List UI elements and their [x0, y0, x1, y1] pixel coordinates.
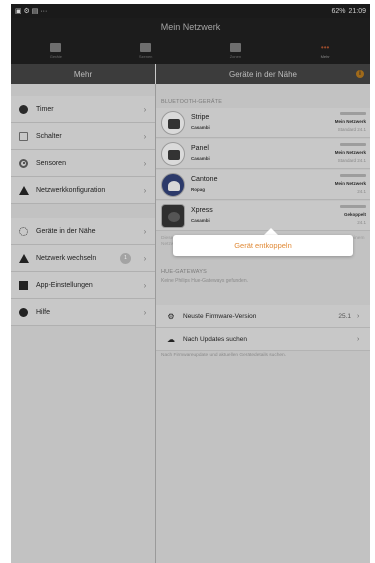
device-row[interactable]: Stripe Casambi Mein Netzwerk Standard 24… [156, 108, 370, 138]
device-name: Xpress [191, 207, 213, 214]
sidebar-item-timer[interactable]: Timer › [11, 96, 155, 123]
device-avatar [161, 142, 185, 166]
switch-icon [19, 131, 28, 141]
device-firmware: 24.1 [357, 189, 366, 194]
sidebar-item-app-settings[interactable]: App-Einstellungen › [11, 272, 155, 299]
network-icon [18, 253, 29, 263]
updates-note: Nach Firmwareupdate und aktuellen Geräte… [161, 353, 287, 358]
device-maker: Ropag [191, 187, 205, 192]
device-maker: Casambi [191, 156, 210, 161]
signal-bar [340, 112, 366, 115]
network-count-badge: 1 [120, 252, 131, 264]
cloud-icon: ☁ [167, 334, 175, 344]
device-firmware: Standard 24.1 [337, 158, 366, 163]
device-name: Cantone [191, 176, 218, 183]
sidebar-header: Mehr [11, 64, 155, 84]
unpair-device-button[interactable]: Gerät entkoppeln [173, 235, 353, 256]
sidebar-item-sensors[interactable]: Sensoren › [11, 150, 155, 177]
check-updates-row[interactable]: ☁ Nach Updates suchen › [156, 328, 370, 351]
device-row[interactable]: Panel Casambi Mein Netzwerk Standard 24.… [156, 139, 370, 169]
sensor-icon [19, 158, 28, 168]
tab-scenes[interactable]: Szenen [101, 39, 191, 63]
battery-level: 62% [331, 7, 346, 15]
device-row[interactable]: Xpress Casambi Gekoppelt 24.1 [156, 201, 370, 231]
lamp-icon [168, 212, 180, 222]
chevron-right-icon: › [143, 104, 147, 114]
scenes-icon [140, 43, 152, 52]
device-name: Panel [191, 145, 209, 152]
chevron-right-icon: › [357, 312, 360, 320]
device-firmware: Standard 24.1 [337, 127, 366, 132]
tablet-screen: ▣ ⚙ ▤ ··· 62% 21:09 Mein Netzwerk Geräte… [11, 4, 370, 563]
bluetooth-section-label: BLUETOOTH-GERÄTE [161, 99, 223, 105]
lamp-icon [168, 150, 180, 160]
settings-icon [19, 280, 28, 290]
sidebar-item-nearby-devices[interactable]: Geräte in der Nähe › [11, 218, 155, 245]
tab-zones[interactable]: Zonen [191, 39, 281, 63]
device-row[interactable]: Cantone Ropag Mein Netzwerk 24.1 [156, 170, 370, 200]
chevron-right-icon: › [143, 307, 147, 317]
chevron-right-icon: › [143, 185, 147, 195]
hue-empty-note: Keine Philips Hue-Gateways gefunden. [161, 278, 248, 284]
sidebar-item-network-config[interactable]: Netzwerkkonfiguration › [11, 177, 155, 204]
tab-more[interactable]: ••• Mehr [280, 39, 370, 63]
chevron-right-icon: › [143, 253, 147, 263]
gear-icon: ⚙ [167, 311, 175, 321]
detail-panel: BLUETOOTH-GERÄTE Stripe Casambi Mein Net… [156, 84, 370, 563]
popover-arrow [264, 228, 278, 235]
lamp-icon [50, 43, 62, 52]
hue-section-label: HUE-GATEWAYS [161, 269, 207, 275]
chevron-right-icon: › [143, 158, 147, 168]
device-avatar [161, 111, 185, 135]
signal-bar [340, 143, 366, 146]
chevron-right-icon: › [143, 226, 147, 236]
sidebar-item-switches[interactable]: Schalter › [11, 123, 155, 150]
sidebar: Timer › Schalter › Sensoren › Netzwerkko… [11, 84, 155, 563]
status-bar: ▣ ⚙ ▤ ··· 62% 21:09 [11, 4, 370, 18]
chevron-right-icon: › [143, 131, 147, 141]
device-network: Mein Netzwerk [334, 119, 366, 124]
clock-icon [19, 104, 28, 114]
app-title: Mein Netzwerk [160, 22, 221, 32]
sidebar-item-help[interactable]: Hilfe › [11, 299, 155, 326]
lamp-icon [168, 119, 180, 129]
chevron-right-icon: › [143, 280, 147, 290]
sidebar-item-switch-network[interactable]: Netzwerk wechseln 1 › [11, 245, 155, 272]
zones-icon [229, 43, 241, 52]
detail-title: Geräte in der Nähe [228, 69, 298, 79]
signal-bar [340, 174, 366, 177]
lamp-icon [168, 181, 180, 191]
notification-icons: ▣ ⚙ ▤ ··· [15, 8, 48, 15]
device-maker: Casambi [191, 125, 210, 130]
firmware-version-value: 25.1 [338, 312, 351, 320]
firmware-version-row[interactable]: ⚙ Neuste Firmware-Version 25.1 › [156, 305, 370, 328]
detail-header: Geräte in der Nähe i [156, 64, 370, 84]
tab-devices[interactable]: Geräte [11, 39, 101, 63]
chevron-right-icon: › [357, 335, 360, 343]
nearby-icon [19, 226, 28, 236]
device-avatar [161, 173, 185, 197]
device-network: Gekoppelt [343, 212, 366, 217]
clock-time: 21:09 [348, 7, 366, 15]
device-firmware: 24.1 [357, 220, 366, 225]
device-network: Mein Netzwerk [334, 150, 366, 155]
device-avatar [161, 204, 185, 228]
device-name: Stripe [191, 114, 210, 121]
network-icon [18, 185, 29, 195]
info-icon[interactable]: i [356, 70, 364, 78]
app-bar: Mein Netzwerk Geräte Szenen Zonen ••• Me… [11, 18, 370, 64]
more-dots-icon: ••• [320, 43, 330, 52]
help-icon [19, 307, 28, 317]
signal-bar [340, 205, 366, 208]
tab-bar: Geräte Szenen Zonen ••• Mehr [11, 39, 370, 63]
device-network: Mein Netzwerk [334, 181, 366, 186]
device-maker: Casambi [191, 218, 210, 223]
